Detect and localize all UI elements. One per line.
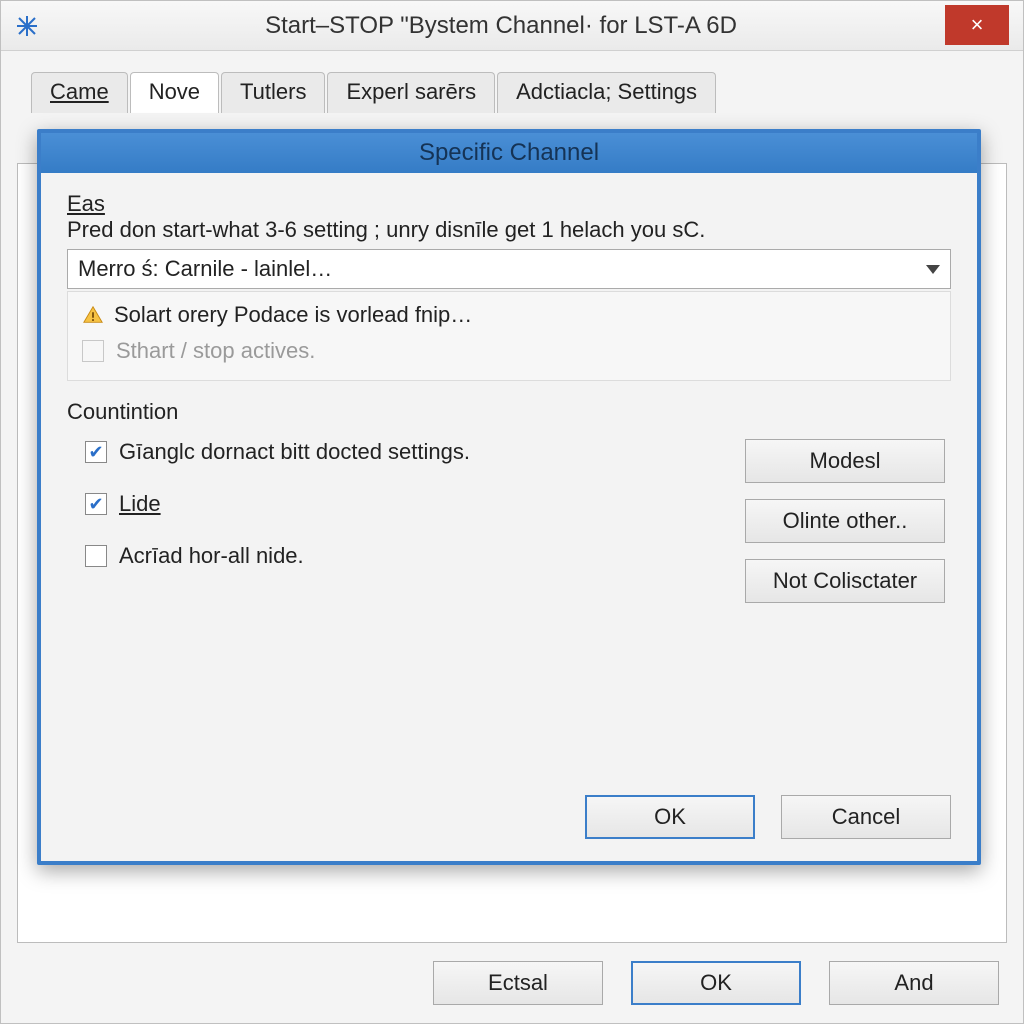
tab-nove[interactable]: Nove — [130, 72, 219, 113]
count-grid: Gīanglc dornact bitt docted settings. Li… — [67, 439, 951, 603]
not-colisctater-button[interactable]: Not Colisctater — [745, 559, 945, 603]
tab-settings[interactable]: Adctiacla; Settings — [497, 72, 716, 113]
check-acriad[interactable] — [85, 545, 107, 567]
warning-text: Solart orery Podace is vorlead fnip… — [114, 302, 472, 328]
outer-footer: Ectsal OK And — [433, 961, 999, 1005]
outer-titlebar: Start–STOP "Bystem Channel· for LST-A 6D… — [1, 1, 1023, 51]
inner-dialog-title: Specific Channel — [41, 133, 977, 173]
window-title: Start–STOP "Bystem Channel· for LST-A 6D — [39, 12, 1023, 40]
check-row-2: Lide — [85, 491, 470, 517]
outer-window: Start–STOP "Bystem Channel· for LST-A 6D… — [0, 0, 1024, 1024]
check-row-3: Acrīad hor-all nide. — [85, 543, 470, 569]
inner-dialog-body: Eas Pred don start-what 3-6 setting ; un… — [41, 173, 977, 795]
eas-label: Eas — [67, 191, 951, 217]
app-icon — [15, 14, 39, 38]
inner-cancel-button[interactable]: Cancel — [781, 795, 951, 839]
eas-description: Pred don start-what 3-6 setting ; unry d… — [67, 217, 951, 243]
count-buttons: Modesl Olinte other.. Not Colisctater — [745, 439, 951, 603]
count-checks: Gīanglc dornact bitt docted settings. Li… — [67, 439, 470, 603]
check-giangle[interactable] — [85, 441, 107, 463]
close-icon: × — [971, 12, 984, 38]
outer-ok-button[interactable]: OK — [631, 961, 801, 1005]
warning-icon — [82, 304, 104, 326]
inner-ok-button[interactable]: OK — [585, 795, 755, 839]
modesl-button[interactable]: Modesl — [745, 439, 945, 483]
tab-experl[interactable]: Experl sarērs — [327, 72, 495, 113]
tab-strip: Came Nove Tutlers Experl sarērs Adctiacl… — [31, 71, 1013, 112]
inner-footer: OK Cancel — [41, 795, 977, 861]
close-button[interactable]: × — [945, 5, 1009, 45]
channel-combo[interactable]: Merro ś: Carnile - lainlel… — [67, 249, 951, 289]
check-lide-label: Lide — [119, 491, 161, 517]
olinte-button[interactable]: Olinte other.. — [745, 499, 945, 543]
check-giangle-label: Gīanglc dornact bitt docted settings. — [119, 439, 470, 465]
info-box: Solart orery Podace is vorlead fnip… Sth… — [67, 291, 951, 381]
check-acriad-label: Acrīad hor-all nide. — [119, 543, 304, 569]
combo-value: Merro ś: Carnile - lainlel… — [78, 256, 332, 282]
count-section: Countintion Gīanglc dornact bitt docted … — [67, 399, 951, 603]
check-row-1: Gīanglc dornact bitt docted settings. — [85, 439, 470, 465]
extra-button[interactable]: Ectsal — [433, 961, 603, 1005]
chevron-down-icon — [926, 265, 940, 274]
tab-tutlers[interactable]: Tutlers — [221, 72, 325, 113]
warning-line: Solart orery Podace is vorlead fnip… — [82, 302, 936, 328]
start-stop-label: Sthart / stop actives. — [116, 338, 315, 364]
inner-dialog: Specific Channel Eas Pred don start-what… — [37, 129, 981, 865]
check-lide[interactable] — [85, 493, 107, 515]
start-stop-check-row: Sthart / stop actives. — [82, 338, 936, 364]
outer-and-button[interactable]: And — [829, 961, 999, 1005]
tab-came[interactable]: Came — [31, 72, 128, 113]
start-stop-checkbox — [82, 340, 104, 362]
count-label: Countintion — [67, 399, 951, 425]
